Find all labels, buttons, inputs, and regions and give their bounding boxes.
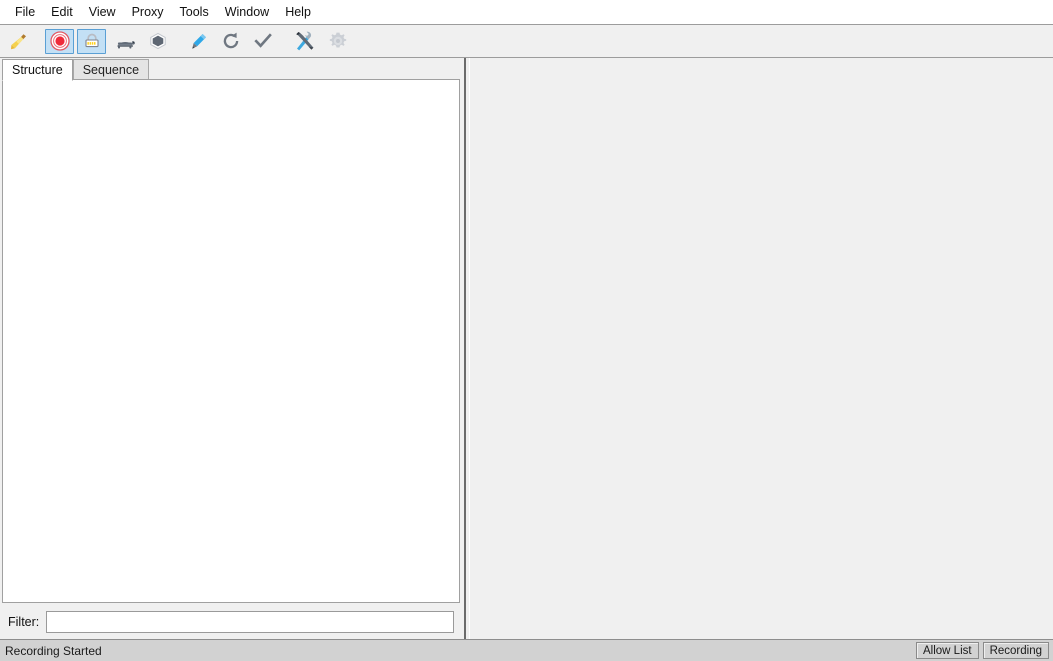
breakpoints-button[interactable]: [143, 29, 172, 54]
tab-structure[interactable]: Structure: [2, 59, 73, 81]
menu-item-view[interactable]: View: [81, 2, 124, 22]
menu-item-help[interactable]: Help: [277, 2, 319, 22]
toolbar-separator: [36, 41, 45, 42]
filter-label: Filter:: [8, 614, 40, 629]
view-tab-strip: Structure Sequence: [0, 58, 462, 81]
validate-button[interactable]: [248, 29, 277, 54]
repeat-icon: [221, 31, 241, 51]
tab-sequence[interactable]: Sequence: [72, 59, 150, 80]
filter-input[interactable]: [46, 610, 454, 633]
status-bar-buttons: Allow List Recording: [916, 642, 1049, 659]
checkmark-icon: [253, 31, 273, 51]
pane-splitter[interactable]: [462, 58, 469, 639]
menu-item-edit[interactable]: Edit: [43, 2, 81, 22]
tab-sequence-label: Sequence: [82, 62, 140, 77]
toolbar-separator: [175, 41, 184, 42]
clear-session-button[interactable]: [4, 29, 33, 54]
allow-list-button[interactable]: Allow List: [916, 642, 979, 659]
detail-right-pane: [469, 58, 1053, 639]
broom-icon: [8, 31, 29, 52]
start-recording-button[interactable]: [45, 28, 74, 54]
tools-button[interactable]: [289, 29, 320, 54]
record-icon: [49, 31, 70, 51]
repeat-button[interactable]: [216, 29, 245, 54]
main-content-area: Structure Sequence Filter:: [0, 58, 1053, 639]
menu-item-file[interactable]: File: [7, 2, 43, 22]
toolbar-separator: [280, 41, 289, 42]
structure-tree-panel[interactable]: [2, 79, 460, 603]
ssl-proxying-button[interactable]: [77, 28, 106, 54]
throttle-button[interactable]: [109, 29, 140, 54]
recording-status-button[interactable]: Recording: [982, 642, 1049, 659]
settings-button[interactable]: [323, 29, 352, 54]
gear-icon: [328, 31, 348, 51]
menu-item-window[interactable]: Window: [217, 2, 277, 22]
menu-bar: File Edit View Proxy Tools Window Help: [0, 0, 1053, 25]
menu-item-tools[interactable]: Tools: [172, 2, 217, 22]
charles-proxy-window: File Edit View Proxy Tools Window Help S…: [0, 0, 1053, 661]
filter-bar: Filter:: [0, 603, 462, 639]
turtle-icon: [114, 31, 136, 51]
tools-icon: [294, 31, 316, 52]
compose-button[interactable]: [184, 29, 213, 54]
toolbar: [0, 25, 1053, 58]
ssl-lock-icon: [82, 31, 102, 51]
hexagon-icon: [148, 31, 168, 51]
status-bar: Recording Started Allow List Recording: [0, 639, 1053, 661]
menu-item-proxy[interactable]: Proxy: [124, 2, 172, 22]
status-message: Recording Started: [5, 643, 102, 658]
session-left-pane: Structure Sequence Filter:: [0, 58, 462, 639]
pen-icon: [188, 31, 209, 52]
tab-structure-label: Structure: [12, 63, 63, 77]
